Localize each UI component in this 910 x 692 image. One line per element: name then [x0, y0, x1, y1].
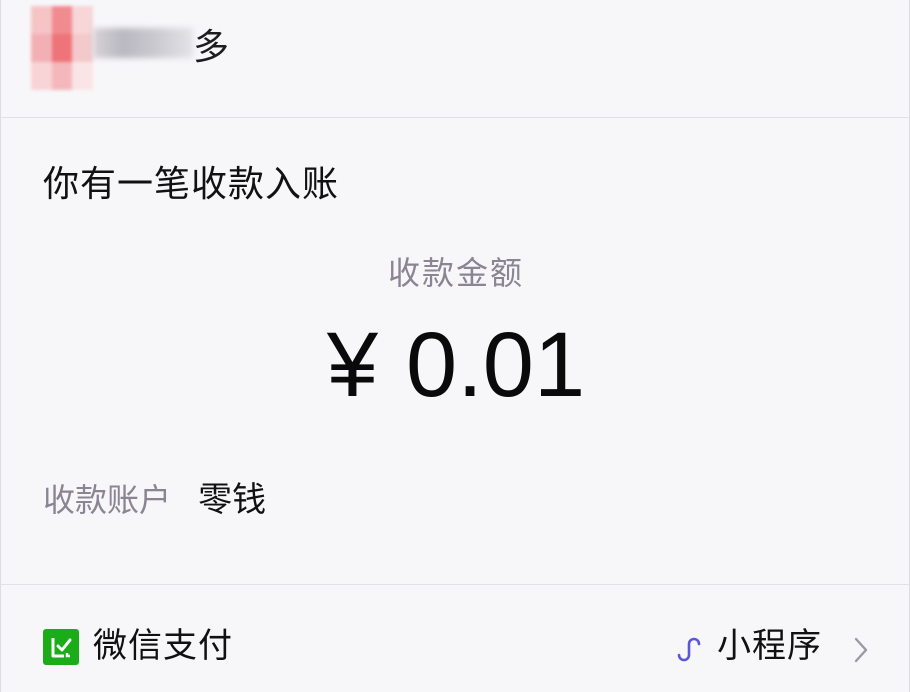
wechat-pay-label: 微信支付	[93, 626, 233, 666]
message-header: 多	[1, 0, 910, 118]
amount-label: 收款金额	[387, 254, 524, 292]
account-label: 收款账户	[43, 481, 172, 519]
wechat-pay-icon	[43, 629, 79, 665]
account-row: 收款账户 零钱	[43, 476, 266, 530]
amount-value: 0.01	[406, 314, 586, 416]
message-footer[interactable]: 微信支付 小程序	[1, 584, 910, 692]
amount-display: ¥0.01	[1, 310, 910, 420]
sender-name: 多	[193, 27, 230, 68]
message-title: 你有一笔收款入账	[43, 164, 340, 205]
sender-avatar[interactable]	[31, 6, 93, 90]
account-value: 零钱	[198, 480, 267, 520]
payment-notification-card[interactable]: 多 你有一笔收款入账 收款金额 ¥0.01 收款账户 零钱 微信支付 小程序	[0, 0, 910, 692]
currency-symbol: ¥	[326, 314, 379, 416]
mini-program-label[interactable]: 小程序	[717, 621, 822, 671]
mini-program-icon	[677, 637, 701, 662]
chevron-right-icon[interactable]	[851, 635, 871, 665]
sender-name-blurred	[93, 28, 193, 58]
